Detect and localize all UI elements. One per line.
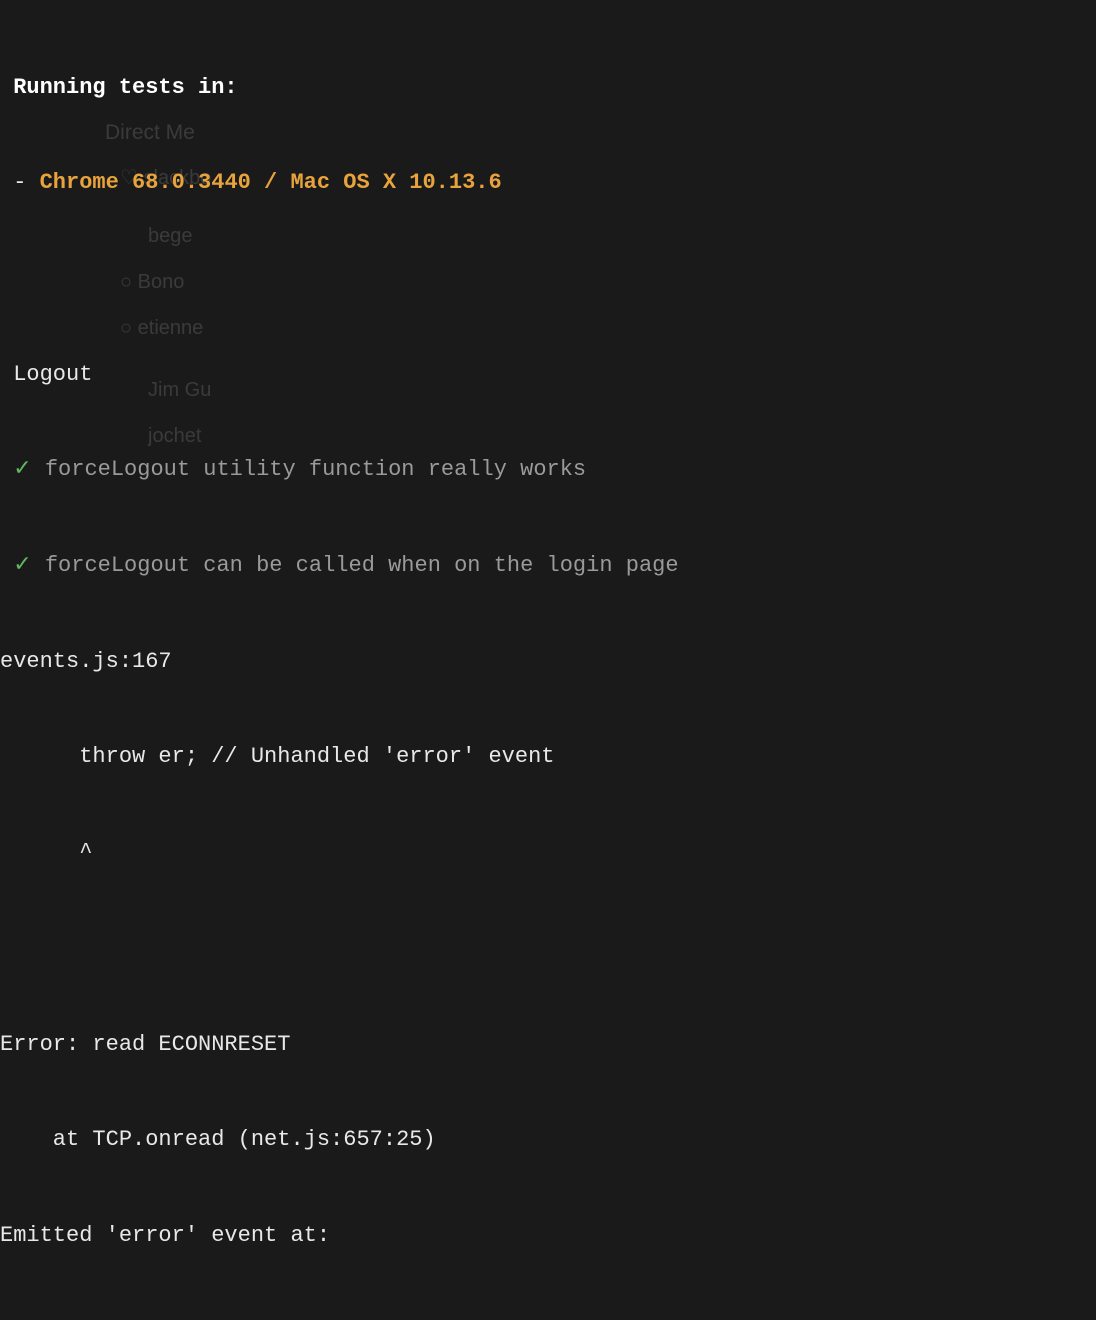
error-message: Error: read ECONNRESET: [0, 1029, 1096, 1061]
test-suite-name: Logout: [0, 359, 1096, 391]
emitted-error-label: Emitted 'error' event at:: [0, 1220, 1096, 1252]
stack-frame: at TCP.onread (net.js:657:25): [0, 1124, 1096, 1156]
error-caret-line: ^: [0, 837, 1096, 869]
running-tests-header: Running tests in:: [0, 72, 1096, 104]
error-throw-line: throw er; // Unhandled 'error' event: [0, 741, 1096, 773]
terminal-output: Running tests in: - Chrome 68.0.3440 / M…: [0, 8, 1096, 1320]
test-result-line: ✓ forceLogout utility function really wo…: [0, 454, 1096, 486]
blank: [0, 263, 1096, 295]
stack-frame: at Socket.onerror (_stream_readable.js:6…: [0, 1316, 1096, 1320]
error-file-line: events.js:167: [0, 646, 1096, 678]
blank: [0, 933, 1096, 965]
browser-env-line: - Chrome 68.0.3440 / Mac OS X 10.13.6: [0, 167, 1096, 199]
test-result-line: ✓ forceLogout can be called when on the …: [0, 550, 1096, 582]
